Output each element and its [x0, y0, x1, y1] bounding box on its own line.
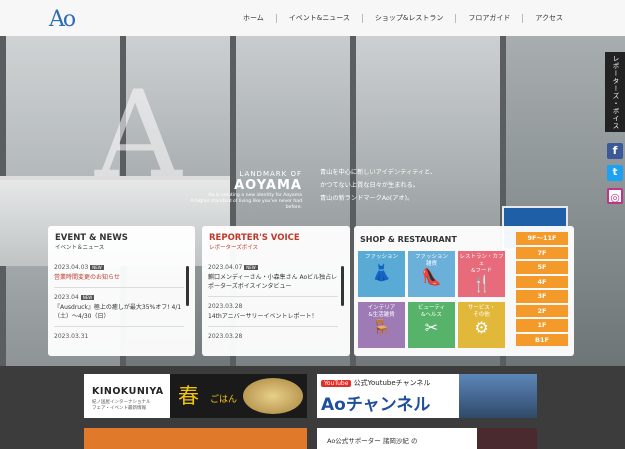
floor-button[interactable]: 4F: [516, 275, 568, 288]
entry-date: 2023.03.28: [208, 303, 243, 310]
landmark-line4: A higher standard of living like you've …: [190, 199, 302, 210]
nav-home[interactable]: ホーム: [231, 14, 276, 23]
floor-list: 9F～11F 7F 5F 4F 3F 2F 1F B1F: [516, 232, 568, 348]
floor-button[interactable]: 2F: [516, 304, 568, 317]
entry-text: 営業時間変更のお知らせ: [54, 274, 120, 281]
category-beauty[interactable]: ビューティ &ヘルス ✂: [408, 302, 455, 348]
kinokuniya-title: KINOKUNIYA: [92, 386, 164, 397]
entry-text: 14thアニバーサリーイベントレポート！: [208, 313, 318, 320]
entry-date: 2023.04.07: [208, 264, 243, 271]
tile-label: レストラン・カフェ &フード: [459, 254, 504, 274]
twitter-icon[interactable]: t: [607, 165, 623, 181]
category-fashion[interactable]: ファッション 👗: [358, 251, 405, 297]
event-list: 2023.04.03 NEW 営業時間変更のお知らせ 2023.04 NEW 『…: [54, 264, 184, 351]
list-item[interactable]: 2023.04.03 NEW 営業時間変更のお知らせ: [54, 264, 184, 288]
reporter-list: 2023.04.07 NEW 麒口メンディーさん・小森隼さん Aoビル独占レポー…: [208, 264, 338, 351]
food-photo: [243, 378, 303, 414]
banner-area: KINOKUNIYA 紀ノ国屋インターナショナル フェア・イベント最新情報 春 …: [0, 366, 625, 449]
ao-channel-text: Aoチャンネル: [321, 395, 431, 415]
service-icon: ⚙: [474, 318, 489, 337]
floor-button[interactable]: 7F: [516, 246, 568, 259]
entry-date: 2023.03.31: [54, 333, 89, 340]
scissors-icon: ✂: [424, 318, 439, 337]
scrollbar[interactable]: [186, 266, 189, 306]
list-item[interactable]: 2023.03.28: [208, 333, 338, 345]
new-badge: NEW: [90, 265, 104, 270]
cutlery-icon: 🍴: [471, 274, 492, 293]
nav-access[interactable]: アクセス: [522, 14, 575, 23]
supporter-photo: [477, 428, 537, 449]
hero-japanese-text: 青山を中心に新しいアイデンティティと、 かつてない上質な日々が生まれる。 青山の…: [320, 166, 436, 205]
event-news-card: EVENT & NEWS イベント＆ニュース 2023.04.03 NEW 営業…: [48, 226, 195, 356]
new-badge: NEW: [80, 295, 95, 300]
site-header: Ao ホーム イベント&ニュース ショップ&レストラン フロアガイド アクセス: [0, 0, 625, 36]
kinokuniya-banner[interactable]: KINOKUNIYA 紀ノ国屋インターナショナル フェア・イベント最新情報 春 …: [84, 374, 307, 418]
floor-button[interactable]: 3F: [516, 290, 568, 303]
kinokuniya-subtitle: 紀ノ国屋インターナショナル フェア・イベント最新情報: [92, 400, 151, 412]
jp-line3: 青山の新ランドマークAo(アオ)。: [320, 195, 414, 202]
entry-date: 2023.04.03: [54, 264, 89, 271]
facebook-icon[interactable]: f: [607, 143, 623, 159]
floor-button[interactable]: 9F～11F: [516, 232, 568, 245]
dress-icon: 👗: [371, 263, 392, 282]
jp-line1: 青山を中心に新しいアイデンティティと、: [320, 169, 437, 176]
spring-food-image: 春 ごはん: [170, 374, 307, 418]
entry-date: 2023.03.28: [208, 333, 243, 340]
landmark-line2: AOYAMA: [234, 178, 302, 193]
scrollbar[interactable]: [341, 266, 344, 306]
shoe-icon: 👠: [421, 267, 442, 286]
haru-text: 春: [178, 384, 199, 408]
youtube-line: YouTube 公式Youtubeチャンネル: [321, 378, 430, 388]
city-photo: [459, 374, 537, 418]
floor-button[interactable]: 1F: [516, 319, 568, 332]
chair-icon: 🪑: [371, 318, 392, 337]
list-item[interactable]: 2023.03.28 14thアニバーサリーイベントレポート！: [208, 303, 338, 327]
floor-button[interactable]: 5F: [516, 261, 568, 274]
tile-label: ファッション: [364, 254, 398, 260]
tile-label: サービス・ その他: [467, 305, 496, 318]
landmark-text: LANDMARK OF AOYAMA Ao is creating a new …: [180, 170, 302, 211]
floor-button[interactable]: B1F: [516, 333, 568, 346]
instagram-icon[interactable]: ◎: [607, 188, 623, 204]
kinokuniya-sub2: フェア・イベント最新情報: [92, 406, 146, 411]
card-subtitle: イベント＆ニュース: [55, 245, 105, 251]
jp-line2: かつてない上質な日々が生まれる。: [320, 182, 419, 189]
entry-text: 麒口メンディーさん・小森隼さん Aoビル独占レポーターズボイスインタビュー: [208, 274, 338, 290]
list-item[interactable]: 2023.04 NEW 『Ausdruck』極上の癒しが最大35%オフ! 4/1…: [54, 294, 184, 327]
category-service[interactable]: サービス・ その他 ⚙: [458, 302, 505, 348]
category-interior[interactable]: インテリア &生活雑貨 🪑: [358, 302, 405, 348]
new-badge: NEW: [244, 265, 258, 270]
shop-restaurant-card: SHOP & RESTAURANT ファッション 👗 ファッション 雑貨 👠 レ…: [354, 226, 574, 356]
reporters-voice-card: REPORTER'S VOICE レポーターズボイス 2023.04.07 NE…: [202, 226, 350, 356]
list-item[interactable]: 2023.03.31: [54, 333, 184, 345]
gohan-text: ごはん: [210, 395, 238, 405]
youtube-text: 公式Youtubeチャンネル: [353, 379, 431, 387]
card-subtitle: レポーターズボイス: [209, 245, 259, 251]
supporter-text: Ao公式サポーター 諸岡沙紀 の: [327, 437, 418, 445]
nav-event-news[interactable]: イベント&ニュース: [275, 14, 362, 23]
tile-label: ビューティ &ヘルス: [417, 305, 446, 318]
list-item[interactable]: 2023.04.07 NEW 麒口メンディーさん・小森隼さん Aoビル独占レポー…: [208, 264, 338, 297]
card-title[interactable]: SHOP & RESTAURANT: [360, 235, 457, 244]
supporter-banner[interactable]: Ao公式サポーター 諸岡沙紀 の: [317, 428, 537, 449]
tile-label: ファッション 雑貨: [414, 254, 448, 267]
ao-logo[interactable]: Ao: [49, 7, 76, 32]
promo-banner[interactable]: [84, 428, 307, 449]
tile-label: インテリア &生活雑貨: [367, 305, 396, 318]
category-restaurant[interactable]: レストラン・カフェ &フード 🍴: [458, 251, 505, 297]
reporters-voice-tab[interactable]: レポーターズ・ボイス: [605, 52, 625, 132]
youtube-banner[interactable]: YouTube 公式Youtubeチャンネル Aoチャンネル: [317, 374, 537, 418]
entry-text: 『Ausdruck』極上の癒しが最大35%オフ! 4/1（土）～4/30（日）: [54, 304, 182, 320]
youtube-logo: YouTube: [321, 380, 352, 387]
nav-shop-restaurant[interactable]: ショップ&レストラン: [361, 14, 455, 23]
entry-date: 2023.04: [54, 294, 79, 301]
category-fashion-goods[interactable]: ファッション 雑貨 👠: [408, 251, 455, 297]
building-ao-sign: A: [95, 66, 182, 205]
nav-floor-guide[interactable]: フロアガイド: [455, 14, 522, 23]
card-title[interactable]: EVENT & NEWS: [55, 233, 128, 243]
card-title[interactable]: REPORTER'S VOICE: [209, 233, 300, 243]
main-nav: ホーム イベント&ニュース ショップ&レストラン フロアガイド アクセス: [231, 14, 575, 23]
landmark-line1: LANDMARK OF: [239, 170, 302, 178]
